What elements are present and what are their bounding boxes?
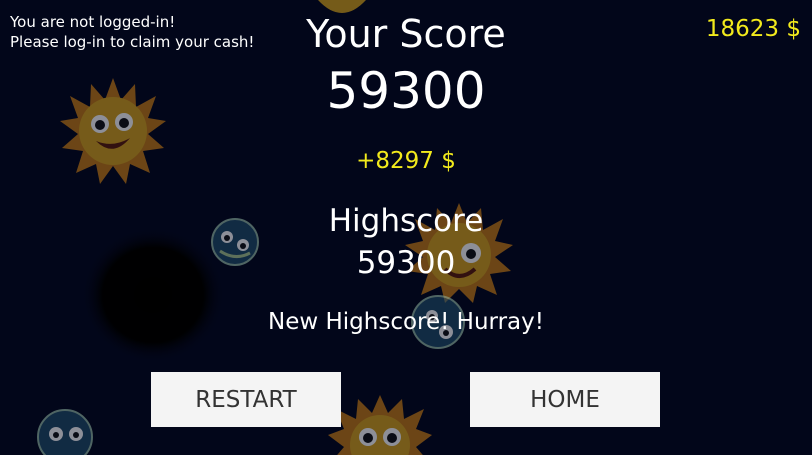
new-highscore-message: New Highscore! Hurray! bbox=[268, 309, 544, 335]
restart-button[interactable]: RESTART bbox=[151, 372, 341, 427]
cash-earned: +8297 $ bbox=[356, 148, 456, 174]
score-title: Your Score bbox=[306, 12, 506, 56]
highscore-value: 59300 bbox=[356, 245, 456, 281]
home-button[interactable]: HOME bbox=[470, 372, 660, 427]
score-value: 59300 bbox=[326, 62, 486, 120]
highscore-title: Highscore bbox=[328, 203, 484, 239]
blue-orb-sprite bbox=[37, 409, 93, 455]
game-over-screen: You are not logged-in! Please log-in to … bbox=[0, 0, 812, 455]
sun-face-sprite bbox=[328, 395, 432, 455]
